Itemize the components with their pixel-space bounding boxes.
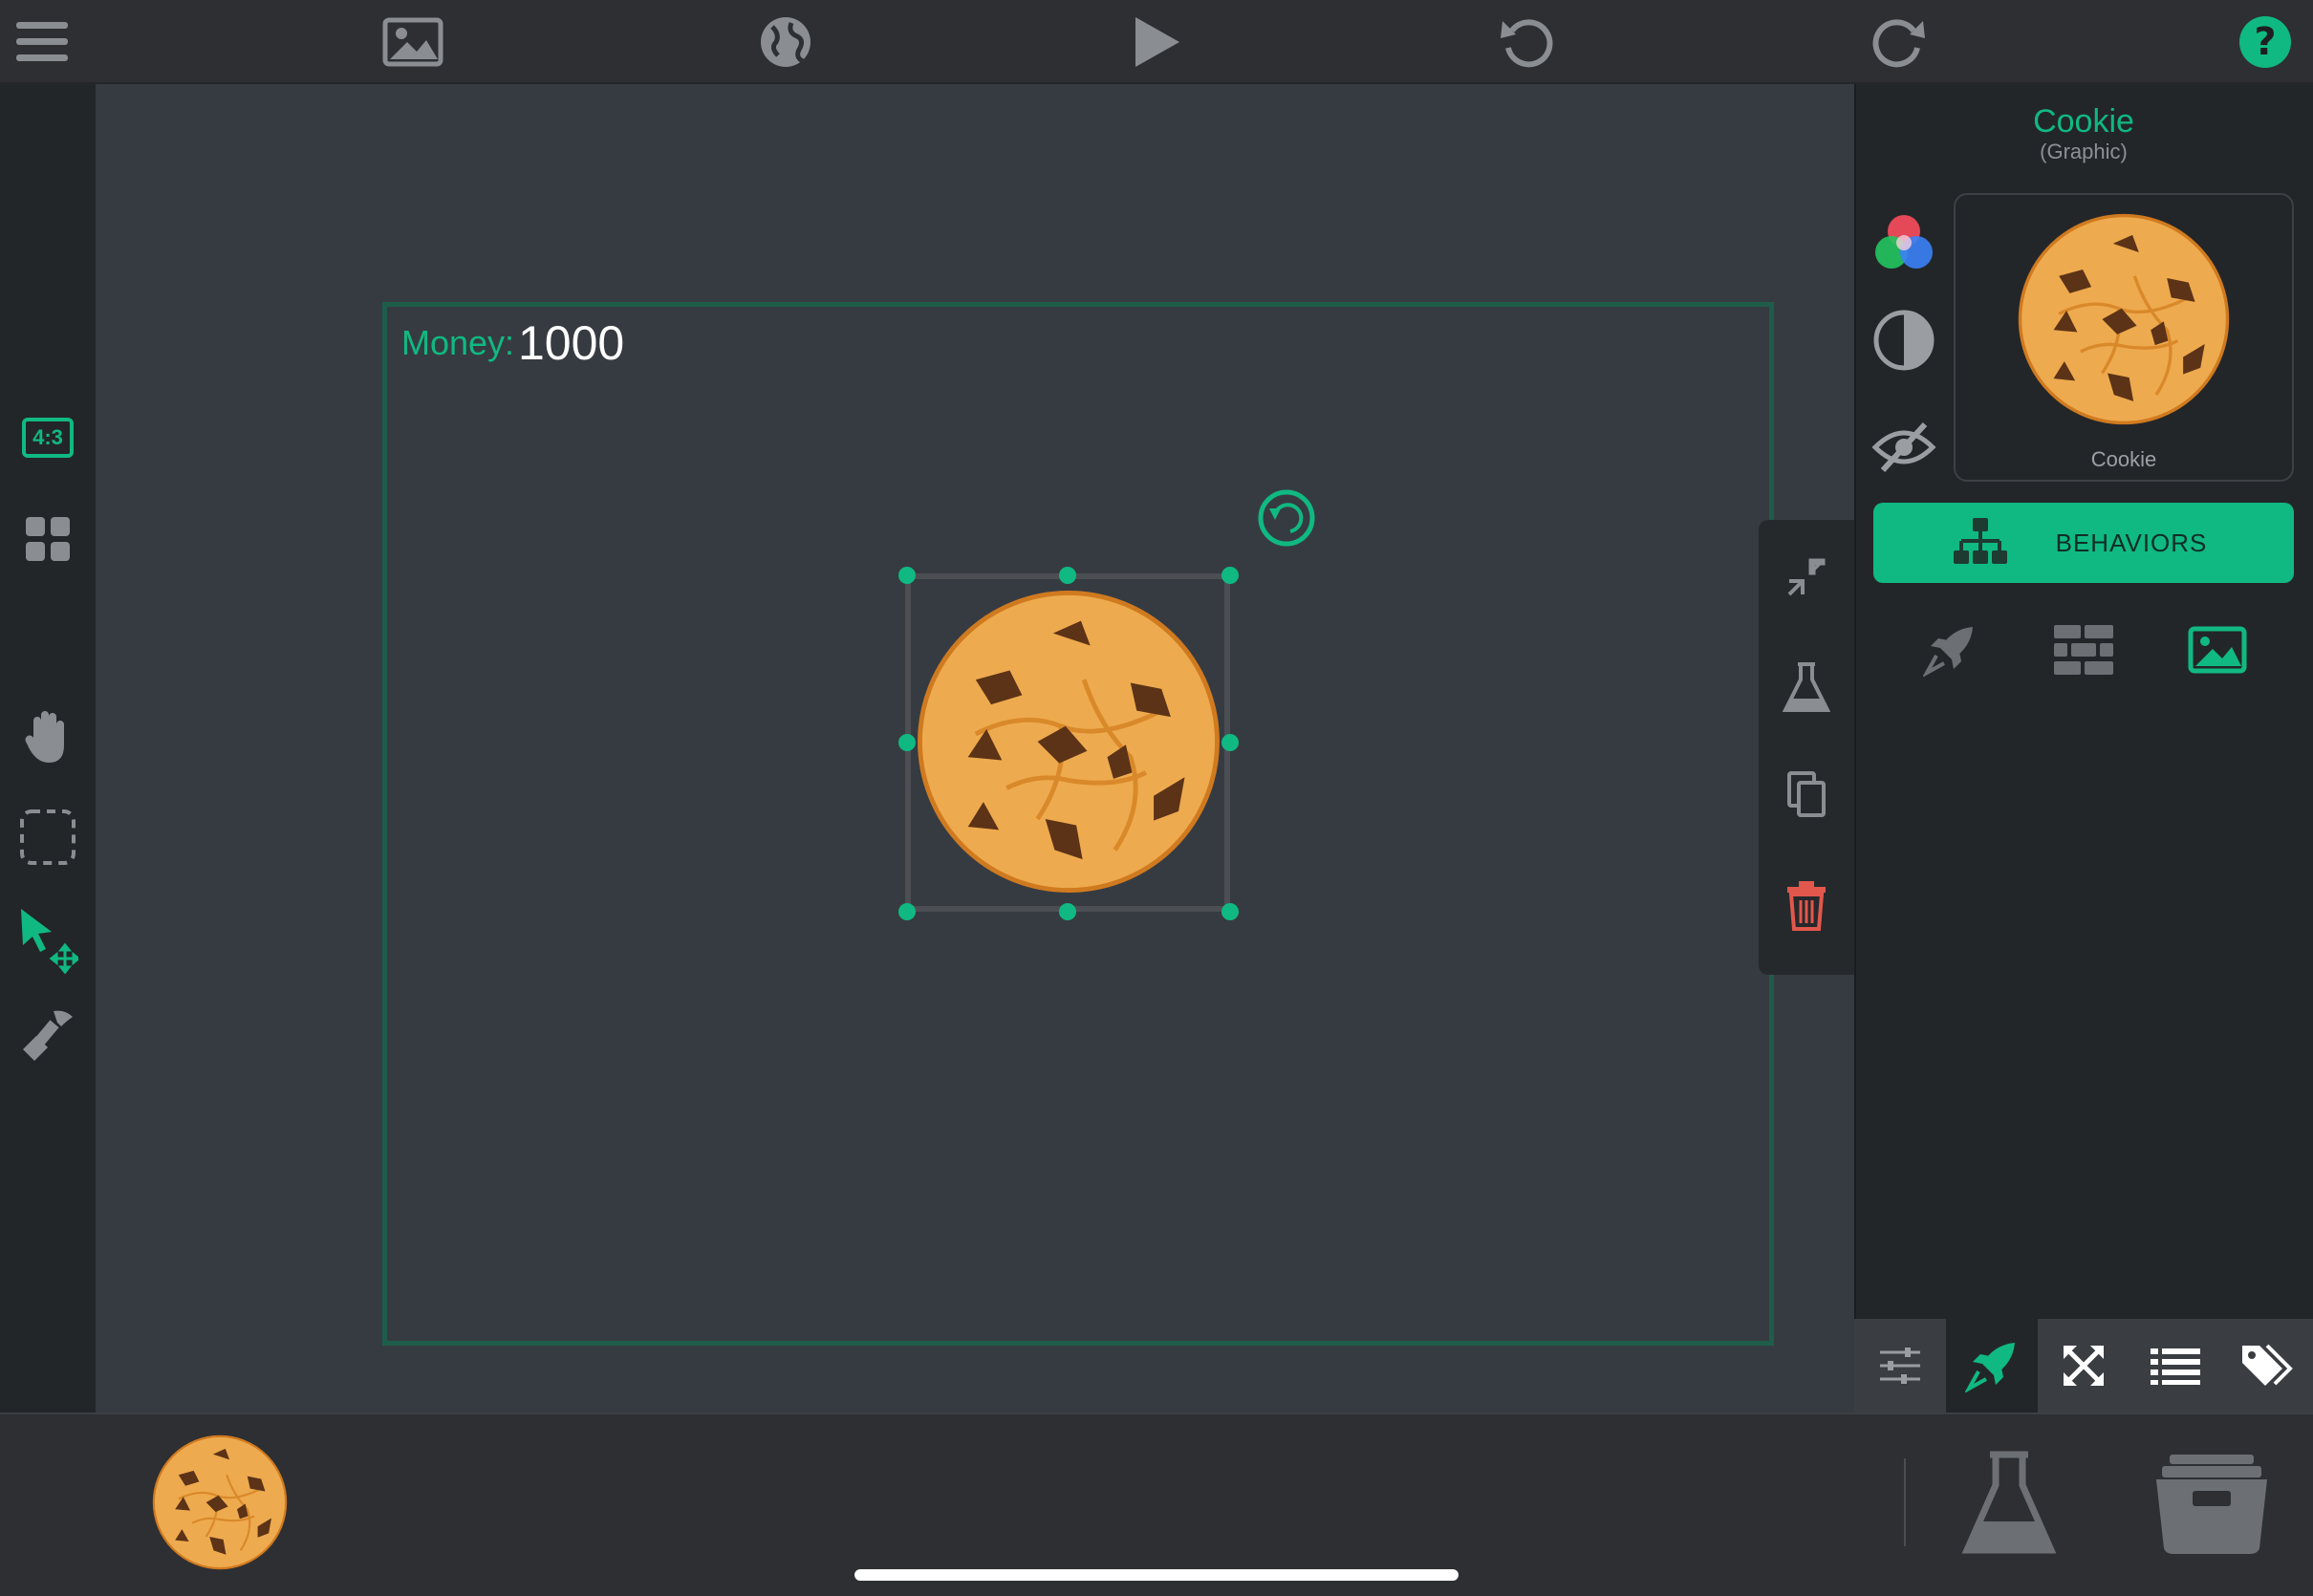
rotate-handle-icon[interactable] (1256, 487, 1317, 552)
shrink-icon[interactable] (1776, 547, 1837, 608)
globe-icon[interactable] (755, 11, 816, 73)
archive-box-icon[interactable] (2154, 1453, 2269, 1558)
top-toolbar: ? (0, 0, 2313, 84)
resize-handle-right[interactable] (1221, 734, 1239, 751)
flask-icon[interactable] (1776, 658, 1837, 719)
resize-handle-bottom-left[interactable] (898, 903, 916, 920)
money-value: 1000 (518, 316, 625, 370)
behaviors-label: BEHAVIORS (2055, 528, 2208, 557)
pointer-move-icon[interactable] (13, 906, 82, 975)
expand-icon[interactable] (2038, 1319, 2129, 1413)
image-icon[interactable] (382, 11, 443, 73)
help-label: ? (2254, 20, 2277, 64)
resize-handle-top-right[interactable] (1221, 567, 1239, 584)
resize-handle-top[interactable] (1059, 567, 1076, 584)
hand-icon[interactable] (13, 703, 82, 772)
aspect-ratio-label: 4:3 (32, 425, 63, 449)
marquee-select-icon[interactable] (13, 803, 82, 872)
resize-handle-left[interactable] (898, 734, 916, 751)
list-icon[interactable] (2129, 1319, 2221, 1413)
object-title: Cookie (2033, 103, 2134, 140)
lab-flask-icon[interactable] (1961, 1451, 2057, 1560)
cookie-object[interactable] (914, 587, 1223, 896)
behaviors-button[interactable]: BEHAVIORS (1873, 503, 2294, 583)
rocket-tab-icon[interactable] (1946, 1319, 2038, 1413)
money-label: Money: (401, 323, 515, 362)
aspect-ratio-button[interactable]: 4:3 (13, 403, 82, 472)
image-icon[interactable] (2181, 614, 2254, 686)
redo-icon[interactable] (1868, 11, 1929, 73)
undo-icon[interactable] (1497, 11, 1558, 73)
color-circles-icon[interactable] (1870, 208, 1938, 277)
stamp-icon[interactable] (13, 1002, 82, 1070)
hamburger-menu-icon[interactable] (11, 11, 73, 73)
preview-caption: Cookie (2090, 447, 2157, 471)
contrast-icon[interactable] (1870, 306, 1938, 375)
play-icon[interactable] (1126, 11, 1187, 73)
rocket-icon[interactable] (1913, 614, 1986, 686)
dock-divider (1904, 1458, 1906, 1546)
brick-wall-icon[interactable] (2047, 614, 2120, 686)
duplicate-icon[interactable] (1776, 765, 1837, 826)
tags-icon[interactable] (2221, 1319, 2313, 1413)
home-indicator (854, 1569, 1459, 1581)
sliders-icon[interactable] (1854, 1319, 1946, 1413)
resize-handle-bottom[interactable] (1059, 903, 1076, 920)
resize-handle-bottom-right[interactable] (1221, 903, 1239, 920)
resize-handle-top-left[interactable] (898, 567, 916, 584)
object-subtitle: (Graphic) (2040, 140, 2128, 163)
cookie-preview-image (2018, 213, 2230, 425)
help-icon[interactable]: ? (2235, 11, 2296, 73)
trash-icon[interactable] (1776, 875, 1837, 937)
cookie-asset-thumbnail[interactable] (151, 1434, 289, 1571)
grid-icon[interactable] (13, 505, 82, 573)
eye-hidden-icon[interactable] (1870, 413, 1938, 482)
